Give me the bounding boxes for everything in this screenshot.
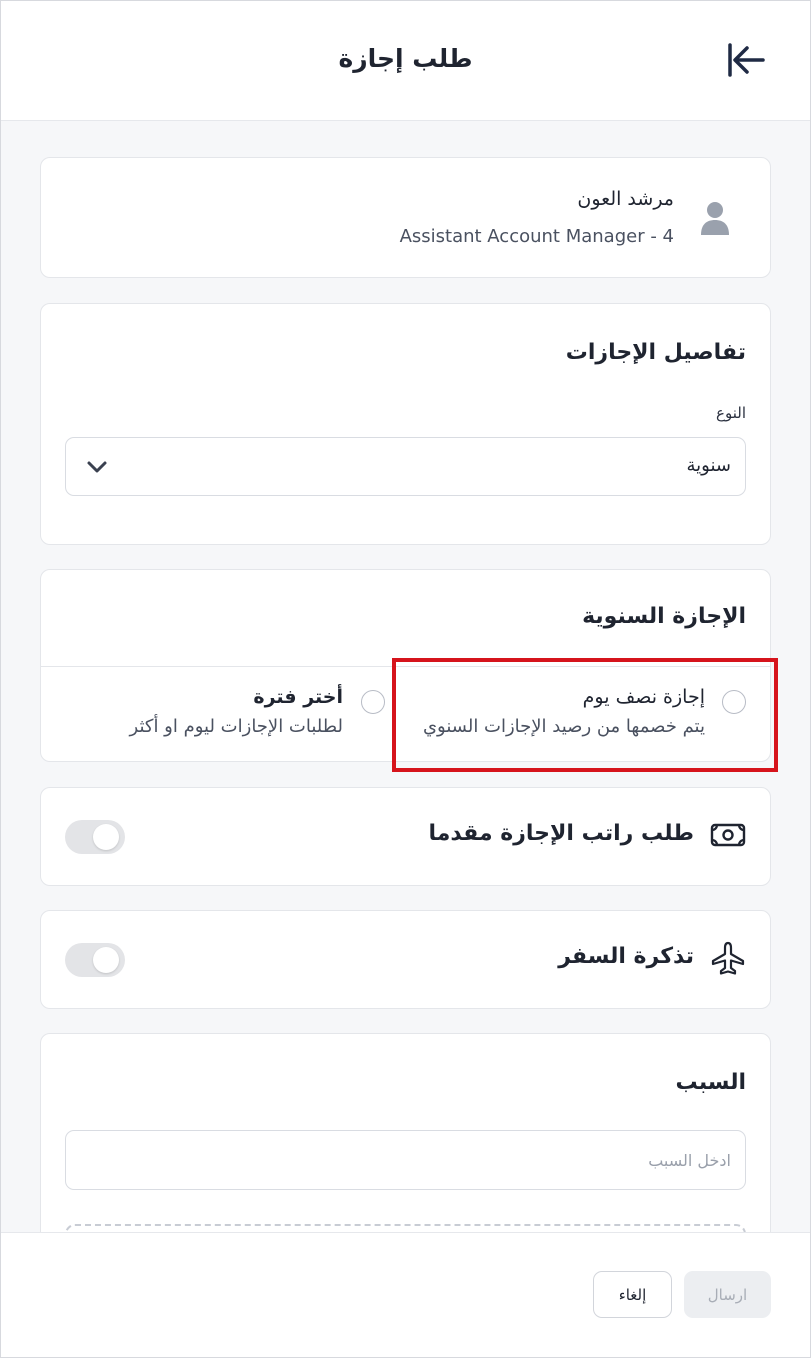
reason-title: السبب [675,1070,746,1095]
leave-request-panel: طلب إجازة مرشد العون Assistant Account M… [0,0,811,1358]
airplane-icon [711,941,745,975]
money-icon [710,823,746,847]
travel-ticket-title: تذكرة السفر [558,944,694,969]
travel-ticket-card: تذكرة السفر [40,910,771,1009]
radio-choose-period[interactable]: أختر فترة لطلبات الإجازات ليوم او أكثر [51,680,391,750]
toggle-knob [93,824,119,850]
option-subtitle: يتم خصمها من رصيد الإجازات السنوي [422,716,705,737]
annual-leave-title: الإجازة السنوية [582,604,746,629]
submit-button[interactable]: ارسال [684,1271,771,1318]
leave-type-value: سنوية [686,455,731,476]
travel-ticket-toggle[interactable] [65,943,125,977]
employee-role: Assistant Account Manager - 4 [399,226,674,247]
chevron-down-icon [87,461,107,473]
divider [41,666,770,667]
leave-details-card: تفاصيل الإجازات النوع سنوية [40,303,771,545]
employee-name: مرشد العون [577,188,674,210]
user-icon [698,200,732,236]
radio-half-day[interactable]: إجازة نصف يوم يتم خصمها من رصيد الإجازات… [401,680,761,750]
employee-card: مرشد العون Assistant Account Manager - 4 [40,157,771,278]
radio-button[interactable] [361,690,385,714]
radio-button[interactable] [722,690,746,714]
toggle-knob [93,947,119,973]
salary-advance-toggle[interactable] [65,820,125,854]
annual-leave-card: الإجازة السنوية إجازة نصف يوم يتم خصمها … [40,569,771,762]
type-label: النوع [716,404,746,422]
salary-advance-card: طلب راتب الإجازة مقدما [40,787,771,886]
option-title: إجازة نصف يوم [582,686,705,708]
cancel-button[interactable]: إلغاء [593,1271,672,1318]
reason-input[interactable] [65,1130,746,1190]
option-subtitle: لطلبات الإجازات ليوم او أكثر [129,716,343,737]
salary-advance-title: طلب راتب الإجازة مقدما [428,821,694,846]
page-title: طلب إجازة [338,44,473,73]
option-title: أختر فترة [253,686,343,708]
leave-type-select[interactable]: سنوية [65,437,746,496]
footer-bar: إلغاء ارسال [1,1232,810,1357]
header-bar: طلب إجازة [1,1,810,121]
leave-details-title: تفاصيل الإجازات [565,340,746,365]
